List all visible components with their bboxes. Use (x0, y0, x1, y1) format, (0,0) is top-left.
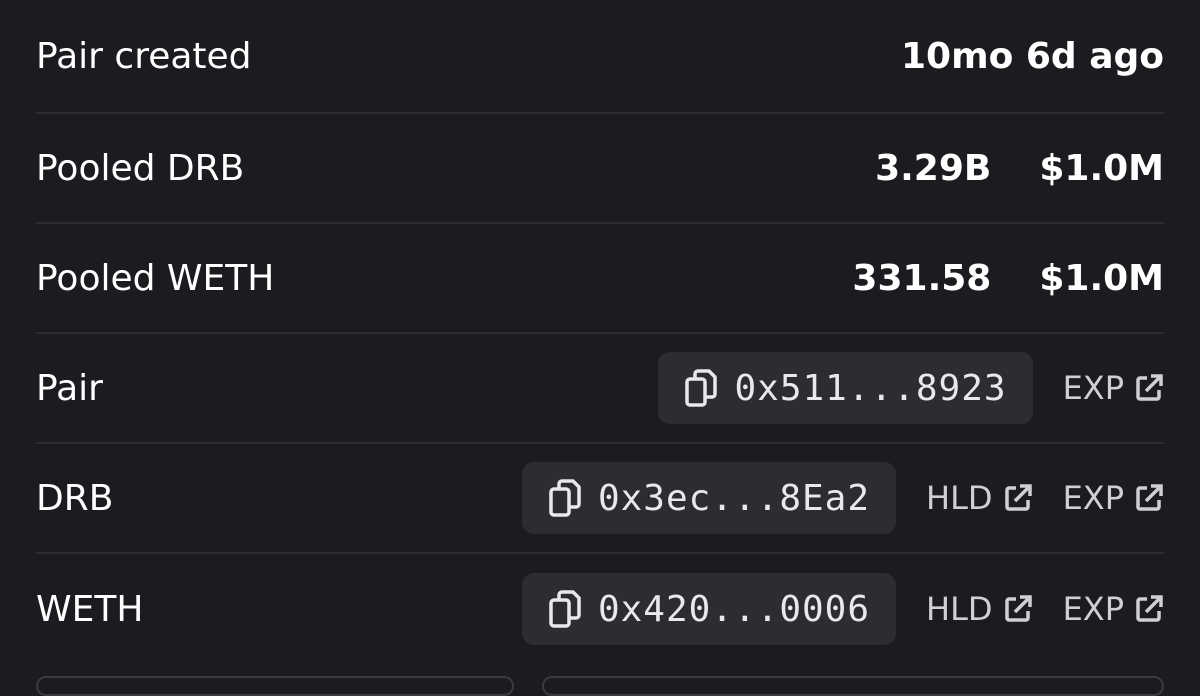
weth-explorer-label: EXP (1062, 590, 1124, 628)
pair-created-value: 10mo 6d ago (900, 35, 1164, 77)
weth-address-copy-button[interactable]: 0x420...0006 (521, 573, 897, 645)
drb-explorer-label: EXP (1062, 479, 1124, 517)
weth-address-actions: 0x420...0006 HLD EXP (521, 573, 1164, 645)
weth-address-text: 0x420...0006 (597, 588, 871, 630)
external-link-icon (1003, 594, 1033, 624)
weth-address-label: WETH (36, 588, 144, 630)
pooled-weth-row: Pooled WETH 331.58 $1.0M (36, 224, 1164, 334)
drb-holders-link[interactable]: HLD (926, 479, 1033, 517)
pooled-drb-amount: 3.29B (875, 147, 992, 189)
weth-address-row: WETH 0x420...0006 HLD EXP (36, 554, 1164, 664)
copy-icon (684, 368, 718, 408)
weth-explorer-link[interactable]: EXP (1063, 590, 1164, 628)
pooled-weth-usd: $1.0M (1039, 257, 1164, 299)
partial-button-left[interactable] (36, 676, 514, 696)
pooled-weth-amount: 331.58 (852, 257, 992, 299)
copy-icon (548, 589, 582, 629)
weth-holders-label: HLD (926, 590, 993, 628)
drb-address-actions: 0x3ec...8Ea2 HLD EXP (521, 462, 1164, 534)
drb-address-label: DRB (36, 477, 114, 519)
pair-address-copy-button[interactable]: 0x511...8923 (658, 352, 1033, 424)
external-link-icon (1134, 483, 1164, 513)
pooled-drb-usd: $1.0M (1039, 147, 1164, 189)
drb-address-copy-button[interactable]: 0x3ec...8Ea2 (521, 462, 897, 534)
external-link-icon (1134, 594, 1164, 624)
drb-address-row: DRB 0x3ec...8Ea2 HLD EXP (36, 444, 1164, 554)
pooled-weth-label: Pooled WETH (36, 257, 275, 299)
pair-address-row: Pair 0x511...8923 EXP (36, 334, 1164, 444)
pair-info-panel: Pair created 10mo 6d ago Pooled DRB 3.29… (36, 0, 1164, 664)
pooled-drb-label: Pooled DRB (36, 147, 245, 189)
pooled-drb-row: Pooled DRB 3.29B $1.0M (36, 114, 1164, 224)
drb-address-text: 0x3ec...8Ea2 (597, 477, 871, 519)
pair-created-row: Pair created 10mo 6d ago (36, 0, 1164, 114)
drb-holders-label: HLD (926, 479, 993, 517)
pooled-drb-values: 3.29B $1.0M (875, 148, 1164, 189)
pair-explorer-label: EXP (1062, 369, 1124, 407)
pair-created-values: 10mo 6d ago (901, 36, 1164, 77)
pair-address-label: Pair (36, 367, 103, 409)
copy-icon (548, 478, 582, 518)
external-link-icon (1003, 483, 1033, 513)
partial-button-right[interactable] (542, 676, 1164, 696)
pair-explorer-link[interactable]: EXP (1063, 369, 1164, 407)
external-link-icon (1134, 373, 1164, 403)
pair-address-text: 0x511...8923 (734, 367, 1007, 409)
pair-created-label: Pair created (36, 35, 252, 77)
weth-holders-link[interactable]: HLD (926, 590, 1033, 628)
pooled-weth-values: 331.58 $1.0M (852, 258, 1164, 299)
pair-address-actions: 0x511...8923 EXP (658, 352, 1164, 424)
drb-explorer-link[interactable]: EXP (1063, 479, 1164, 517)
